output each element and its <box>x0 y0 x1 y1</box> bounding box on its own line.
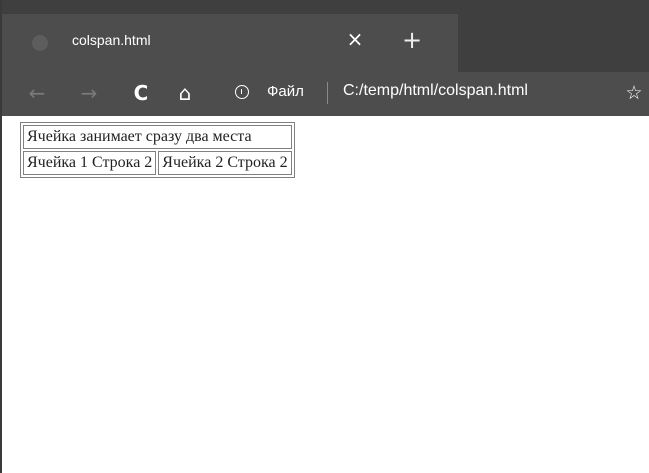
tab-colspan[interactable]: colspan.html × <box>2 14 458 72</box>
favorite-star-icon[interactable]: ☆ <box>622 80 646 106</box>
tab-strip: colspan.html × + <box>2 0 649 72</box>
reload-icon[interactable]: C <box>128 80 154 106</box>
table-row: Ячейка занимает сразу два места <box>23 125 292 149</box>
home-icon[interactable]: ⌂ <box>172 80 198 106</box>
page-favicon-icon <box>32 35 48 51</box>
info-icon[interactable] <box>235 85 249 99</box>
site-info-label[interactable]: Файл <box>267 83 304 100</box>
table-cell-span: Ячейка занимает сразу два места <box>23 125 292 149</box>
table-row: Ячейка 1 Строка 2 Ячейка 2 Строка 2 <box>23 151 292 175</box>
browser-window: colspan.html × + ← → C ⌂ Файл C:/temp/ht… <box>0 0 649 473</box>
close-tab-icon[interactable]: × <box>343 27 367 51</box>
navigation-toolbar: ← → C ⌂ Файл C:/temp/html/colspan.html ☆ <box>2 72 649 116</box>
address-divider <box>327 82 328 104</box>
forward-icon[interactable]: → <box>76 80 102 106</box>
back-icon[interactable]: ← <box>24 80 50 106</box>
new-tab-icon[interactable]: + <box>400 28 424 52</box>
address-bar[interactable]: C:/temp/html/colspan.html <box>343 82 528 100</box>
table-cell: Ячейка 2 Строка 2 <box>158 151 292 175</box>
colspan-table: Ячейка занимает сразу два места Ячейка 1… <box>20 122 295 178</box>
tab-title: colspan.html <box>72 32 151 48</box>
page-content: Ячейка занимает сразу два места Ячейка 1… <box>4 116 649 473</box>
table-cell: Ячейка 1 Строка 2 <box>23 151 157 175</box>
